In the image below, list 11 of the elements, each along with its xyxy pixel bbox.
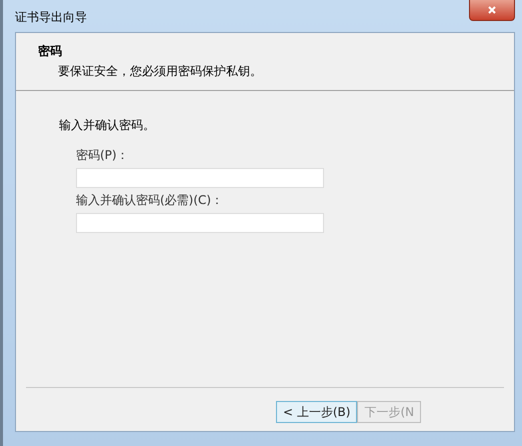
page-subtitle: 要保证安全，您必须用密码保护私钥。 <box>57 63 263 80</box>
close-icon <box>488 6 496 14</box>
field-label: 密码(P)： <box>76 147 130 164</box>
back-button[interactable]: < 上一步(B) <box>276 401 358 423</box>
close-button[interactable] <box>469 0 515 21</box>
field-label: 输入并确认密码(必需)(C)： <box>76 192 224 209</box>
window-title: 证书导出向导 <box>15 8 87 26</box>
password-field[interactable] <box>76 168 324 188</box>
page-title: 密码 <box>38 43 63 60</box>
password-field[interactable] <box>76 213 324 233</box>
instruction-text: 输入并确认密码。 <box>59 117 156 134</box>
